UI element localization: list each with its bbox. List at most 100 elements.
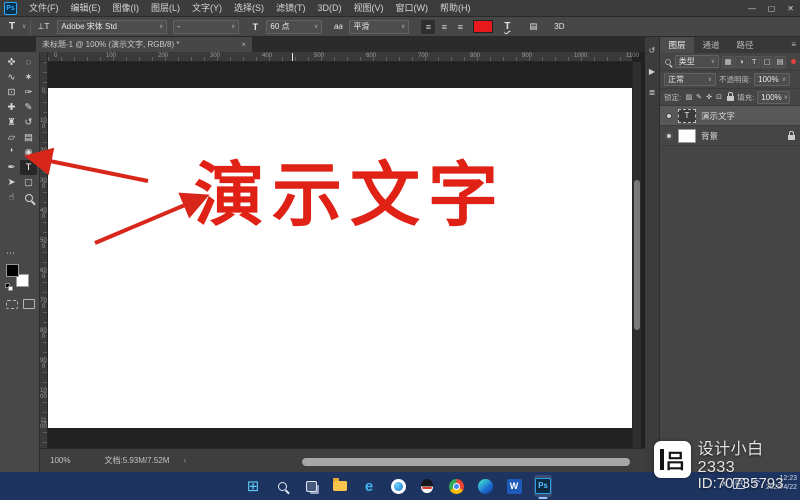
menu-window[interactable]: 窗口(W) (390, 0, 435, 17)
lock-pixels-icon[interactable]: ✎ (694, 92, 704, 103)
tab-paths[interactable]: 路径 (728, 36, 762, 53)
toggle-panels-icon[interactable]: ▤ (525, 19, 541, 35)
blur-tool[interactable]: ❛ (3, 145, 20, 160)
filter-toggle-icon[interactable] (791, 59, 796, 64)
menu-select[interactable]: 选择(S) (228, 0, 270, 17)
word-icon[interactable]: W (505, 475, 523, 497)
layer-visibility-icon[interactable] (665, 131, 673, 140)
document-tab[interactable]: 未标题-1 @ 100% (演示文字, RGB/8) * × (36, 37, 252, 52)
marquee-tool[interactable]: ◌ (20, 55, 37, 70)
current-tool-icon[interactable]: T (4, 19, 20, 35)
fill-select[interactable]: 100% ∨ (757, 90, 791, 104)
menu-image[interactable]: 图像(I) (107, 0, 146, 17)
layer-row[interactable]: 背景 (660, 126, 800, 146)
lock-position-icon[interactable]: ✜ (704, 92, 714, 103)
zoom-level[interactable]: 100% (50, 456, 70, 465)
lock-all-icon[interactable] (727, 92, 735, 101)
text-color-swatch[interactable] (473, 20, 494, 33)
maximize-button[interactable]: ▢ (768, 4, 776, 13)
magic-wand-tool[interactable]: ✶ (20, 70, 37, 85)
close-tab-icon[interactable]: × (241, 40, 246, 49)
layer-name[interactable]: 背景 (701, 130, 718, 142)
foreground-color-swatch[interactable] (6, 264, 19, 277)
layer-row[interactable]: T 演示文字 (660, 106, 800, 126)
vertical-scrollbar[interactable] (632, 62, 641, 448)
blend-mode-select[interactable]: 正常 ∨ (664, 73, 716, 86)
align-left-button[interactable]: ≡ (421, 19, 436, 34)
filter-shape-icon[interactable]: ▢ (761, 55, 774, 68)
horizontal-scrollbar[interactable] (302, 458, 630, 466)
canvas-area[interactable]: 演示文字 (48, 62, 645, 448)
start-button[interactable]: ⊞ (244, 475, 262, 497)
clone-stamp-tool[interactable]: ♜ (3, 115, 20, 130)
menu-3d[interactable]: 3D(D) (312, 0, 348, 17)
threed-button[interactable]: 3D (551, 19, 567, 35)
canvas[interactable]: 演示文字 (48, 88, 632, 428)
shape-tool[interactable]: ▢ (20, 175, 37, 190)
warp-text-icon[interactable]: T (499, 19, 515, 35)
font-style-select[interactable]: - ∨ (173, 19, 240, 34)
eraser-tool[interactable]: ▱ (3, 130, 20, 145)
filter-pixel-icon[interactable]: ▦ (722, 55, 735, 68)
ie-browser-icon[interactable]: e (360, 475, 378, 497)
filter-type-select[interactable]: 类型 ∨ (674, 55, 720, 68)
properties-panel-icon[interactable]: ≣ (646, 86, 658, 98)
align-center-button[interactable]: ≡ (437, 20, 451, 34)
lock-transparency-icon[interactable]: ▨ (684, 92, 694, 103)
dodge-tool[interactable]: ◉ (20, 145, 37, 160)
move-tool[interactable]: ✜ (3, 55, 20, 70)
menu-type[interactable]: 文字(Y) (186, 0, 228, 17)
history-panel-icon[interactable]: ↺ (646, 44, 658, 56)
tool-preset-caret-icon[interactable]: ∨ (22, 23, 26, 30)
menu-view[interactable]: 视图(V) (348, 0, 390, 17)
filter-type-icon[interactable]: T (748, 55, 761, 68)
menu-help[interactable]: 帮助(H) (434, 0, 477, 17)
crop-tool[interactable]: ⊡ (3, 85, 20, 100)
close-button[interactable]: ✕ (787, 4, 794, 13)
photoshop-icon[interactable]: Ps (534, 475, 552, 497)
file-explorer-icon[interactable] (331, 475, 349, 497)
anti-alias-select[interactable]: 平滑 ∨ (349, 19, 410, 34)
opacity-select[interactable]: 100% ∨ (754, 73, 791, 86)
default-colors-icon[interactable] (5, 283, 14, 292)
brush-tool[interactable]: ✎ (20, 100, 37, 115)
filter-adjustment-icon[interactable]: ◑ (735, 55, 748, 68)
eyedropper-tool[interactable]: ✑ (20, 85, 37, 100)
layer-name[interactable]: 演示文字 (701, 110, 735, 122)
screen-mode-icon[interactable] (23, 299, 35, 309)
chrome-icon[interactable] (447, 475, 465, 497)
pen-tool[interactable]: ✒ (3, 160, 20, 175)
text-orientation-icon[interactable]: ⊥T (35, 19, 51, 35)
align-right-button[interactable]: ≡ (453, 20, 467, 34)
menu-layer[interactable]: 图层(L) (145, 0, 186, 17)
font-family-select[interactable]: Adobe 宋体 Std ∨ (57, 19, 168, 34)
menu-filter[interactable]: 滤镜(T) (270, 0, 312, 17)
font-size-select[interactable]: 60 点 ∨ (266, 19, 323, 34)
task-view-button[interactable] (302, 475, 320, 497)
lock-artboard-icon[interactable]: ⊡ (714, 92, 724, 103)
gradient-tool[interactable]: ▤ (20, 130, 37, 145)
tab-layers[interactable]: 图层 (660, 36, 694, 53)
actions-panel-icon[interactable]: ▶ (646, 65, 658, 77)
menu-file[interactable]: 文件(F) (23, 0, 65, 17)
edit-toolbar-icon[interactable]: ⋯ (6, 248, 16, 259)
quick-mask-icon[interactable] (6, 300, 18, 309)
layer-visibility-icon[interactable] (665, 111, 673, 120)
panel-menu-icon[interactable]: ≡ (791, 40, 796, 49)
tab-channels[interactable]: 通道 (694, 36, 728, 53)
layer-thumbnail[interactable] (678, 128, 696, 143)
healing-brush-tool[interactable]: ✚ (3, 100, 20, 115)
path-selection-tool[interactable]: ➤ (3, 175, 20, 190)
status-chevron-icon[interactable]: › (183, 456, 186, 465)
type-tool[interactable]: T (20, 160, 37, 175)
filter-smart-object-icon[interactable]: ▤ (774, 55, 787, 68)
vertical-scrollbar-thumb[interactable] (634, 180, 640, 330)
history-brush-tool[interactable]: ↺ (20, 115, 37, 130)
qq-browser-icon[interactable] (389, 475, 407, 497)
lasso-tool[interactable]: ∿ (3, 70, 20, 85)
zoom-tool[interactable] (20, 190, 37, 205)
qq-icon[interactable] (418, 475, 436, 497)
menu-edit[interactable]: 编辑(E) (65, 0, 107, 17)
edge-icon[interactable] (476, 475, 494, 497)
layer-thumbnail[interactable]: T (678, 108, 696, 123)
